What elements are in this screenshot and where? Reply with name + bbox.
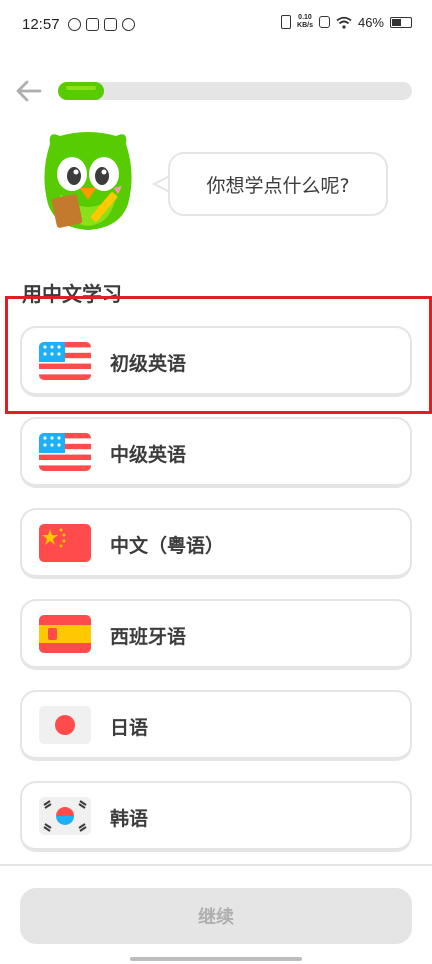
back-arrow-icon[interactable] bbox=[14, 76, 44, 106]
progress-fill bbox=[58, 82, 105, 100]
calendar-icon bbox=[86, 18, 99, 31]
continue-button[interactable]: 继续 bbox=[20, 888, 412, 944]
us-flag-icon bbox=[39, 433, 91, 471]
bottom-divider bbox=[0, 864, 432, 866]
battery-percent: 46% bbox=[357, 14, 384, 30]
tiktok-icon bbox=[104, 18, 117, 31]
fan-icon bbox=[122, 18, 135, 31]
course-option-cantonese[interactable]: 中文（粤语） bbox=[20, 508, 412, 579]
course-option-korean[interactable]: 韩语 bbox=[20, 781, 412, 852]
course-option-japanese[interactable]: 日语 bbox=[20, 690, 412, 761]
course-option-intermediate-english[interactable]: 中级英语 bbox=[20, 417, 412, 488]
course-name: 中级英语 bbox=[110, 444, 187, 466]
status-bar: 12:57 0.10 KB/s 46% bbox=[0, 0, 432, 52]
status-time: 12:57 bbox=[22, 16, 60, 33]
course-option-spanish[interactable]: 西班牙语 bbox=[20, 599, 412, 670]
status-right: 0.10 KB/s 46% bbox=[281, 14, 412, 30]
home-indicator[interactable] bbox=[130, 957, 302, 961]
speech-text: 你想学点什么呢? bbox=[206, 174, 350, 197]
course-name: 日语 bbox=[110, 717, 149, 739]
japan-flag-icon bbox=[39, 706, 91, 744]
sim-icon bbox=[318, 16, 330, 28]
china-flag-icon bbox=[39, 524, 91, 562]
course-name: 西班牙语 bbox=[110, 626, 187, 648]
sync-icon bbox=[68, 18, 81, 31]
korea-flag-icon bbox=[39, 797, 91, 835]
wifi-icon bbox=[336, 16, 352, 29]
speech-bubble: 你想学点什么呢? bbox=[168, 152, 388, 216]
course-name: 中文（粤语） bbox=[110, 535, 225, 557]
progress-bar bbox=[58, 82, 412, 100]
continue-label: 继续 bbox=[198, 907, 234, 928]
vibrate-icon bbox=[281, 15, 292, 29]
network-speed: 0.10 KB/s bbox=[297, 14, 313, 29]
course-name: 韩语 bbox=[110, 808, 149, 830]
spain-flag-icon bbox=[39, 615, 91, 653]
notification-icons bbox=[68, 18, 135, 31]
owl-mascot-image bbox=[44, 132, 132, 230]
highlight-box bbox=[5, 296, 432, 414]
battery-icon bbox=[390, 16, 412, 28]
